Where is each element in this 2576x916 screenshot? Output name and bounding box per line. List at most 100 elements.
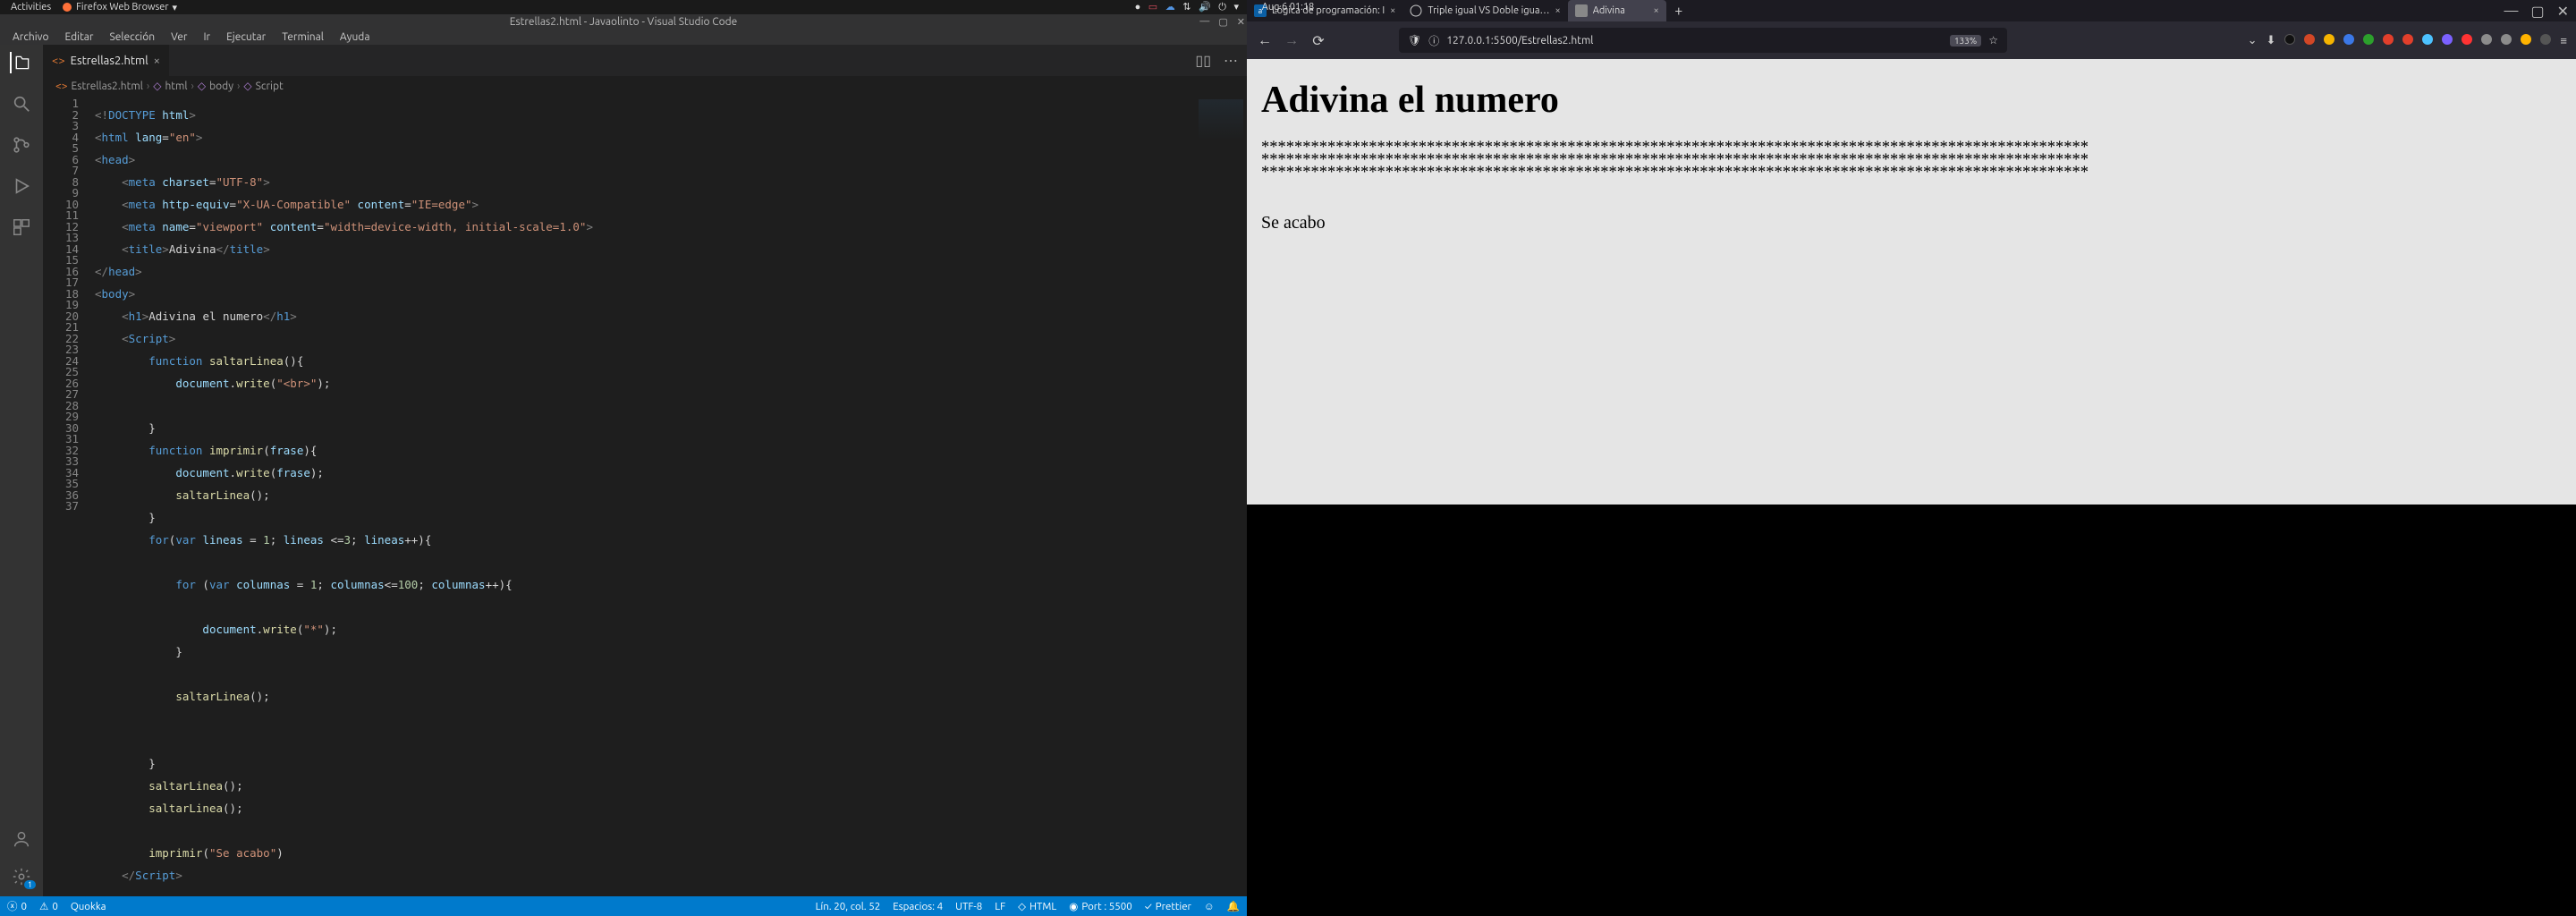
activities-button[interactable]: Activities	[11, 2, 51, 13]
zoom-indicator[interactable]: 133%	[1950, 35, 1981, 47]
shield-icon[interactable]: 🛡	[1408, 34, 1421, 47]
extension-icon[interactable]	[2304, 34, 2315, 47]
pocket-icon[interactable]: ⌄	[2248, 34, 2258, 47]
menu-ir[interactable]: Ir	[196, 30, 217, 45]
new-tab-button[interactable]: +	[1666, 0, 1691, 21]
close-button[interactable]: ✕	[1237, 16, 1245, 28]
forward-button[interactable]: →	[1283, 32, 1301, 49]
close-icon[interactable]: ×	[1653, 5, 1658, 16]
menu-archivo[interactable]: Archivo	[5, 30, 56, 45]
extension-icon[interactable]	[2521, 34, 2531, 47]
app-menu-button[interactable]: ≡	[2560, 34, 2567, 47]
viewport-empty	[1247, 505, 2576, 916]
extension-icon[interactable]	[2540, 34, 2551, 47]
symbol-icon: ◇	[243, 80, 251, 92]
settings-gear-icon[interactable]: 1	[11, 866, 32, 887]
tray-icon[interactable]: ☁	[1165, 2, 1175, 13]
browser-tab-bar: a Lógica de programación: I × Triple igu…	[1247, 0, 2576, 21]
extension-icon[interactable]	[2462, 34, 2472, 47]
url-text: 127.0.0.1:5500/Estrellas2.html	[1446, 35, 1943, 47]
menubar: ArchivoEditarSelecciónVerIrEjecutarTermi…	[0, 30, 1247, 45]
vscode-titlebar: Estrellas2.html - Javaolinto - Visual St…	[0, 14, 1247, 45]
extension-icon[interactable]	[2284, 34, 2295, 47]
explorer-icon[interactable]	[10, 52, 31, 73]
more-actions-icon[interactable]: ⋯	[1224, 52, 1238, 69]
chevron-down-icon: ▾	[173, 2, 178, 13]
extension-icon[interactable]	[2422, 34, 2433, 47]
volume-icon[interactable]: 🔊	[1199, 2, 1211, 13]
maximize-button[interactable]: ▢	[2530, 3, 2544, 20]
stars-row: ****************************************…	[1261, 166, 2562, 179]
close-icon[interactable]: ×	[1390, 5, 1395, 16]
browser-tab-active[interactable]: Adivina ×	[1568, 0, 1666, 21]
menu-ver[interactable]: Ver	[164, 30, 194, 45]
downloads-icon[interactable]: ⬇	[2267, 34, 2276, 47]
app-menu[interactable]: Firefox Web Browser ▾	[62, 2, 177, 13]
extensions-icon[interactable]	[11, 216, 32, 238]
extension-icon[interactable]	[2383, 34, 2394, 47]
power-icon[interactable]: ⏻	[1218, 2, 1226, 13]
reload-button[interactable]: ⟳	[1309, 32, 1327, 49]
extension-icon[interactable]	[2402, 34, 2413, 47]
cursor-position[interactable]: Lín. 20, col. 52	[816, 901, 881, 912]
system-tray[interactable]: ● ▭ ☁ ⇅ 🔊 ⏻ ▾	[1132, 1, 1241, 13]
quokka-status[interactable]: Quokka	[71, 901, 106, 912]
live-server-port[interactable]: ◉ Port : 5500	[1069, 900, 1131, 912]
close-button[interactable]: ✕	[2557, 3, 2569, 20]
split-editor-icon[interactable]: ▯▯	[1195, 52, 1211, 69]
notifications-icon[interactable]: 🔔	[1227, 900, 1240, 912]
extension-icon[interactable]	[2363, 34, 2374, 47]
info-icon[interactable]: ⓘ	[1428, 33, 1439, 48]
browser-toolbar: ← → ⟳ 🛡 ⓘ 127.0.0.1:5500/Estrellas2.html…	[1247, 21, 2576, 59]
html-file-icon: <>	[55, 81, 68, 92]
menu-ayuda[interactable]: Ayuda	[333, 30, 377, 45]
update-badge: 1	[24, 880, 36, 889]
prettier-status[interactable]: ✓ Prettier	[1145, 901, 1191, 912]
language-mode[interactable]: ◇ HTML	[1018, 900, 1056, 912]
feedback-icon[interactable]: ☺	[1204, 901, 1215, 912]
bookmark-star-icon[interactable]: ☆	[1988, 34, 1998, 47]
symbol-icon: ◇	[198, 80, 206, 92]
minimap[interactable]	[1184, 96, 1247, 896]
address-bar[interactable]: 🛡 ⓘ 127.0.0.1:5500/Estrellas2.html 133% …	[1399, 28, 2007, 53]
line-numbers: 1234567891011121314151617181920212223242…	[43, 96, 95, 896]
accounts-icon[interactable]	[11, 828, 32, 850]
close-icon[interactable]: ×	[1555, 5, 1560, 16]
menu-selección[interactable]: Selección	[102, 30, 162, 45]
editor-tab-bar: <> Estrellas2.html × ▯▯ ⋯	[43, 45, 1247, 76]
minimize-button[interactable]: —	[2504, 3, 2519, 19]
extension-icon[interactable]	[2343, 34, 2354, 47]
back-button[interactable]: ←	[1256, 32, 1274, 49]
close-icon[interactable]: ×	[154, 55, 160, 67]
menu-ejecutar[interactable]: Ejecutar	[219, 30, 273, 45]
encoding[interactable]: UTF-8	[955, 901, 982, 912]
eol[interactable]: LF	[995, 901, 1005, 912]
menu-terminal[interactable]: Terminal	[275, 30, 331, 45]
run-debug-icon[interactable]	[11, 175, 32, 197]
browser-tab[interactable]: a Lógica de programación: I ×	[1247, 0, 1402, 21]
browser-viewport[interactable]: Adivina el numero **********************…	[1247, 59, 2576, 505]
tray-icon[interactable]: ▭	[1148, 2, 1157, 13]
problems-warnings[interactable]: ⚠ 0	[39, 900, 58, 912]
menu-editar[interactable]: Editar	[58, 30, 101, 45]
extension-icon[interactable]	[2501, 34, 2512, 47]
minimize-button[interactable]: —	[1199, 16, 1209, 28]
page-heading: Adivina el numero	[1261, 79, 2562, 122]
extension-icon[interactable]	[2442, 34, 2453, 47]
browser-tab[interactable]: Triple igual VS Doble igua… ×	[1402, 0, 1567, 21]
code-editor[interactable]: <!DOCTYPE html> <html lang="en"> <head> …	[95, 96, 1184, 896]
breadcrumbs[interactable]: <> Estrellas2.html › ◇ html › ◇ body › ◇…	[43, 76, 1247, 96]
source-control-icon[interactable]	[11, 134, 32, 156]
symbol-icon: ◇	[153, 80, 161, 92]
status-bar: ⓧ 0 ⚠ 0 Quokka Lín. 20, col. 52 Espacios…	[0, 896, 1247, 916]
extension-icon[interactable]	[2324, 34, 2334, 47]
editor-tab[interactable]: <> Estrellas2.html ×	[43, 45, 170, 76]
network-icon[interactable]: ⇅	[1182, 2, 1191, 13]
problems-errors[interactable]: ⓧ 0	[7, 899, 27, 913]
search-icon[interactable]	[11, 93, 32, 114]
extension-icon[interactable]	[2481, 34, 2492, 47]
page-end-text: Se acabo	[1261, 213, 2562, 233]
tray-icon[interactable]: ●	[1135, 2, 1141, 13]
maximize-button[interactable]: ▢	[1218, 16, 1227, 28]
indentation[interactable]: Espacios: 4	[893, 901, 943, 912]
